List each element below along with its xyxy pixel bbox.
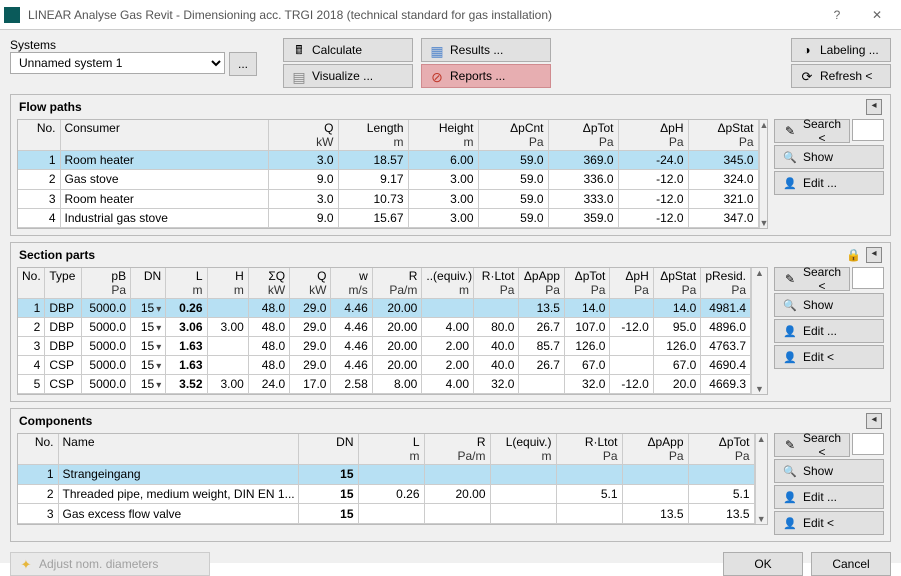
edit-icon bbox=[783, 516, 797, 530]
visualize-icon bbox=[292, 69, 306, 83]
table-row[interactable]: 3DBP5000.0151.6348.029.04.4620.002.0040.… bbox=[18, 337, 751, 356]
refresh-button[interactable]: Refresh < bbox=[791, 64, 891, 88]
search-icon bbox=[783, 438, 797, 452]
systems-label: Systems bbox=[10, 38, 275, 52]
section-search-input[interactable] bbox=[852, 267, 884, 289]
section-parts-table[interactable]: No. Type pBPa DN Lm Hm ΣQkW QkW wm/s RPa… bbox=[18, 268, 751, 394]
flow-paths-table[interactable]: No. Consumer QkW Lengthm Heightm ΔpCntPa… bbox=[18, 120, 759, 228]
results-icon bbox=[430, 43, 444, 57]
table-row[interactable]: 5CSP5000.0153.523.0024.017.02.588.004.00… bbox=[18, 375, 751, 394]
table-row[interactable]: 4Industrial gas stove9.015.673.0059.0359… bbox=[18, 208, 758, 227]
section-show-button[interactable]: Show bbox=[774, 293, 884, 317]
flow-search-button[interactable]: Search < bbox=[774, 119, 850, 143]
labeling-icon bbox=[800, 43, 814, 57]
refresh-icon bbox=[800, 69, 814, 83]
section-scrollbar[interactable] bbox=[751, 268, 767, 394]
components-group: Components ◂ No. Name DN Lm bbox=[10, 408, 891, 542]
table-row[interactable]: 3Room heater3.010.733.0059.0333.0-12.032… bbox=[18, 189, 758, 208]
table-row[interactable]: 1Strangeingang15 bbox=[18, 465, 754, 485]
flow-show-button[interactable]: Show bbox=[774, 145, 884, 169]
help-button[interactable]: ? bbox=[817, 4, 857, 26]
section-collapse-button[interactable]: ◂ bbox=[866, 247, 882, 263]
components-edit-button[interactable]: Edit ... bbox=[774, 485, 884, 509]
reports-button[interactable]: Reports ... bbox=[421, 64, 551, 88]
edit-icon bbox=[783, 350, 797, 364]
visualize-button[interactable]: Visualize ... bbox=[283, 64, 413, 88]
table-row[interactable]: 1Room heater3.018.576.0059.0369.0-24.034… bbox=[18, 151, 758, 170]
show-icon bbox=[783, 298, 797, 312]
flow-search-input[interactable] bbox=[852, 119, 884, 141]
components-search-input[interactable] bbox=[852, 433, 884, 455]
components-table[interactable]: No. Name DN Lm RPa/m L(equiv.)m R·LtotPa… bbox=[18, 434, 755, 524]
cancel-button[interactable]: Cancel bbox=[811, 552, 891, 576]
components-show-button[interactable]: Show bbox=[774, 459, 884, 483]
systems-more-button[interactable]: ... bbox=[229, 52, 257, 76]
table-row[interactable]: 2DBP5000.0153.063.0048.029.04.4620.004.0… bbox=[18, 318, 751, 337]
results-button[interactable]: Results ... bbox=[421, 38, 551, 62]
flow-scrollbar[interactable] bbox=[759, 120, 769, 228]
flow-edit-button[interactable]: Edit ... bbox=[774, 171, 884, 195]
table-row[interactable]: 2Threaded pipe, medium weight, DIN EN 1.… bbox=[18, 484, 754, 504]
reports-icon bbox=[430, 69, 444, 83]
flow-collapse-button[interactable]: ◂ bbox=[866, 99, 882, 115]
titlebar: LINEAR Analyse Gas Revit - Dimensioning … bbox=[0, 0, 901, 30]
ok-button[interactable]: OK bbox=[723, 552, 803, 576]
table-row[interactable]: 1DBP5000.0150.2648.029.04.4620.0013.514.… bbox=[18, 299, 751, 318]
lock-icon bbox=[846, 248, 860, 262]
section-search-button[interactable]: Search < bbox=[774, 267, 850, 291]
calculate-button[interactable]: Calculate bbox=[283, 38, 413, 62]
close-button[interactable]: ✕ bbox=[857, 4, 897, 26]
table-row[interactable]: 4CSP5000.0151.6348.029.04.4620.002.0040.… bbox=[18, 356, 751, 375]
section-edit2-button[interactable]: Edit < bbox=[774, 345, 884, 369]
window-title: LINEAR Analyse Gas Revit - Dimensioning … bbox=[28, 8, 817, 22]
edit-icon bbox=[783, 324, 797, 338]
section-edit-button[interactable]: Edit ... bbox=[774, 319, 884, 343]
components-scrollbar[interactable] bbox=[755, 434, 768, 524]
components-title: Components bbox=[19, 414, 92, 428]
search-icon bbox=[783, 124, 797, 138]
app-logo-icon bbox=[4, 7, 20, 23]
components-search-button[interactable]: Search < bbox=[774, 433, 850, 457]
table-row[interactable]: 3Gas excess flow valve1513.513.5 bbox=[18, 504, 754, 524]
flow-paths-title: Flow paths bbox=[19, 100, 82, 114]
edit-icon bbox=[783, 176, 797, 190]
show-icon bbox=[783, 464, 797, 478]
adjust-icon bbox=[19, 557, 33, 571]
calculate-icon bbox=[292, 43, 306, 57]
components-collapse-button[interactable]: ◂ bbox=[866, 413, 882, 429]
search-icon bbox=[783, 272, 797, 286]
adjust-diameters-button[interactable]: Adjust nom. diameters bbox=[10, 552, 210, 576]
section-parts-title: Section parts bbox=[19, 248, 95, 262]
labeling-button[interactable]: Labeling ... bbox=[791, 38, 891, 62]
systems-combo[interactable]: Unnamed system 1 bbox=[10, 52, 225, 74]
flow-paths-group: Flow paths ◂ No. Consumer QkW Lengthm bbox=[10, 94, 891, 236]
components-edit2-button[interactable]: Edit < bbox=[774, 511, 884, 535]
edit-icon bbox=[783, 490, 797, 504]
table-row[interactable]: 2Gas stove9.09.173.0059.0336.0-12.0324.0 bbox=[18, 170, 758, 189]
section-parts-group: Section parts ◂ No. Type bbox=[10, 242, 891, 402]
show-icon bbox=[783, 150, 797, 164]
